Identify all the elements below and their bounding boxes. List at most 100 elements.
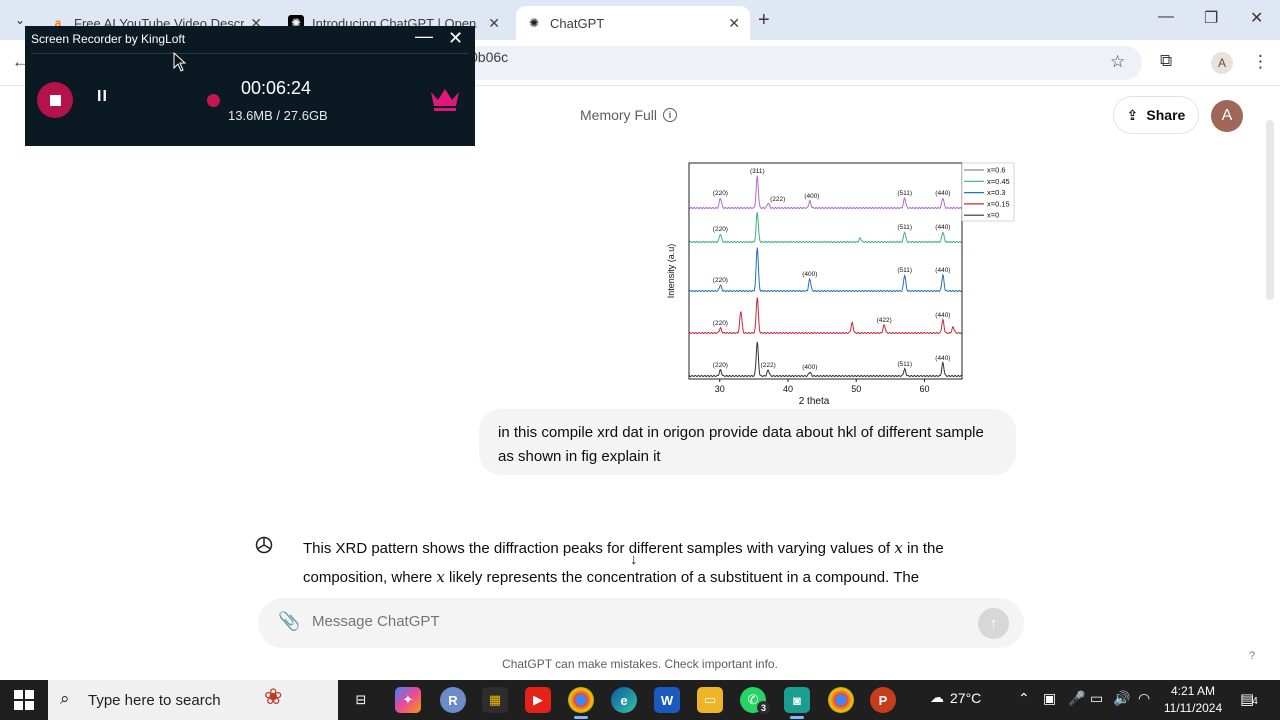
- word-icon[interactable]: W: [654, 687, 680, 713]
- chrome-icon[interactable]: [568, 687, 594, 719]
- bookmark-star-icon[interactable]: ☆: [1110, 52, 1125, 72]
- x-tick-label: 60: [919, 384, 929, 394]
- screen-recorder-window: Screen Recorder by KingLoft — ✕ II 00:06…: [25, 26, 475, 146]
- pause-recording-icon[interactable]: II: [97, 88, 108, 106]
- hkl-label: (222): [770, 196, 785, 203]
- attach-paperclip-icon[interactable]: 📎: [278, 611, 300, 632]
- message-input[interactable]: [312, 613, 952, 630]
- youtube-icon[interactable]: ▶: [525, 687, 551, 713]
- hkl-label: (220): [713, 190, 728, 197]
- chrome-profile-icon[interactable]: [828, 687, 854, 713]
- copilot-icon[interactable]: ✦: [395, 687, 421, 713]
- battery-icon[interactable]: ▭: [1090, 690, 1103, 707]
- x-tick-label: 50: [851, 384, 861, 394]
- recording-indicator-icon: [207, 94, 220, 107]
- send-button[interactable]: ↑: [978, 608, 1009, 639]
- weather-cloud-icon: ☁: [930, 689, 944, 705]
- whatsapp-badge: 3: [757, 701, 770, 714]
- legend-label: x=0.45: [987, 177, 1010, 186]
- xrd-trace: [688, 175, 963, 210]
- meet-now-icon[interactable]: ▣: [1043, 690, 1056, 707]
- stop-recording-button[interactable]: [37, 82, 73, 118]
- tab-close-icon[interactable]: ✕: [728, 15, 740, 32]
- taskbar-search-text: Type here to search: [88, 692, 221, 709]
- close-window-icon[interactable]: ✕: [1250, 8, 1263, 28]
- notification-center-icon[interactable]: ▤4: [1240, 690, 1258, 708]
- volume-icon[interactable]: 🔊: [1113, 690, 1130, 707]
- recorder-minimize-icon[interactable]: —: [415, 26, 433, 47]
- microphone-icon[interactable]: 🎤: [1068, 690, 1085, 707]
- share-upload-icon: ⇪: [1126, 106, 1139, 123]
- memory-status[interactable]: Memory Full i: [580, 107, 678, 123]
- hkl-label: (400): [804, 193, 819, 200]
- figure-xlabel: 2 theta: [799, 396, 830, 407]
- file-explorer-icon[interactable]: ▭: [697, 687, 723, 713]
- hkl-label: (220): [713, 362, 728, 369]
- x-tick-label: 30: [715, 384, 725, 394]
- clock-time: 4:21 AM: [1170, 684, 1216, 698]
- taskbar-search-box[interactable]: ⌕ Type here to search ❀: [48, 680, 338, 720]
- r-app-icon[interactable]: R: [440, 687, 466, 713]
- page-scrollbar[interactable]: [1266, 120, 1274, 300]
- premium-crown-icon[interactable]: [429, 86, 461, 112]
- browser-profile-avatar[interactable]: A: [1211, 52, 1233, 74]
- recorder-close-icon[interactable]: ✕: [448, 28, 463, 49]
- mouse-cursor-icon: [173, 52, 187, 72]
- share-button[interactable]: ⇪ Share: [1113, 96, 1199, 134]
- hkl-label: (222): [761, 362, 776, 369]
- hkl-label: (440): [935, 267, 950, 274]
- hkl-label: (311): [750, 168, 765, 175]
- minimize-window-icon[interactable]: —: [1158, 8, 1174, 26]
- xrd-trace: [688, 341, 963, 378]
- edge-icon[interactable]: e: [611, 687, 637, 713]
- weather-widget[interactable]: ☁ 27°C: [930, 689, 981, 706]
- hkl-label: (400): [802, 364, 817, 371]
- extensions-puzzle-icon[interactable]: ⧉: [1160, 51, 1172, 71]
- chatgpt-logo-icon: [255, 536, 273, 554]
- hkl-label: (440): [935, 355, 950, 362]
- restore-window-icon[interactable]: ❐: [1204, 8, 1218, 28]
- xrd-trace: [688, 212, 963, 244]
- message-composer[interactable]: 📎 ↑: [258, 598, 1024, 648]
- tab-chatgpt[interactable]: ✺ ChatGPT ✕: [516, 6, 750, 40]
- windows-start-icon[interactable]: [14, 690, 34, 710]
- legend-label: x=0.15: [987, 199, 1010, 208]
- help-button[interactable]: ?: [1249, 650, 1255, 662]
- info-icon[interactable]: i: [663, 108, 678, 122]
- search-highlight-icon: ❀: [264, 684, 283, 709]
- hkl-label: (422): [877, 317, 892, 324]
- legend-label: x=0: [987, 211, 999, 220]
- hkl-label: (511): [897, 361, 912, 368]
- tab-close-icon[interactable]: ✕: [488, 15, 500, 32]
- recorder-divider: [31, 53, 469, 54]
- powerpoint-icon[interactable]: P: [870, 687, 896, 713]
- hkl-label: (220): [713, 277, 728, 284]
- screen-recorder-icon[interactable]: ◙: [784, 687, 810, 719]
- xrd-figure-image[interactable]: (220) (311) (222) (400) (511) (440) (220) (511)…: [662, 158, 1022, 410]
- wifi-icon[interactable]: ◠: [1138, 690, 1150, 707]
- whatsapp-icon[interactable]: ✆ 3: [740, 687, 770, 714]
- recorder-title: Screen Recorder by KingLoft: [31, 32, 186, 46]
- memory-label: Memory Full: [580, 107, 658, 123]
- show-hidden-icons-chevron-icon[interactable]: ⌃: [1018, 690, 1030, 707]
- clock-date: 11/11/2024: [1163, 701, 1223, 715]
- taskbar-clock[interactable]: 4:21 AM 11/11/2024: [1160, 683, 1226, 717]
- xrd-trace: [688, 297, 963, 335]
- share-label: Share: [1146, 107, 1186, 123]
- stop-icon: [49, 94, 61, 106]
- hkl-label: (440): [935, 312, 950, 319]
- scroll-down-arrow-icon[interactable]: ↓: [630, 551, 638, 568]
- task-view-icon[interactable]: ⊟: [348, 687, 374, 713]
- hkl-label: (440): [935, 224, 950, 231]
- url-text[interactable]: 0b06c: [470, 49, 508, 65]
- new-tab-icon[interactable]: +: [758, 9, 770, 32]
- microsoft-store-icon[interactable]: ▦: [482, 687, 508, 713]
- browser-menu-icon[interactable]: ⋮: [1252, 52, 1269, 72]
- notification-count: 4: [1252, 696, 1258, 707]
- openai-icon: ✺: [528, 16, 540, 30]
- hkl-label: (440): [935, 190, 950, 197]
- disclaimer-text: ChatGPT can make mistakes. Check importa…: [502, 657, 778, 671]
- recording-file-size: 13.6MB / 27.6GB: [228, 108, 328, 123]
- hkl-label: (511): [897, 267, 912, 274]
- user-avatar[interactable]: A: [1211, 100, 1243, 132]
